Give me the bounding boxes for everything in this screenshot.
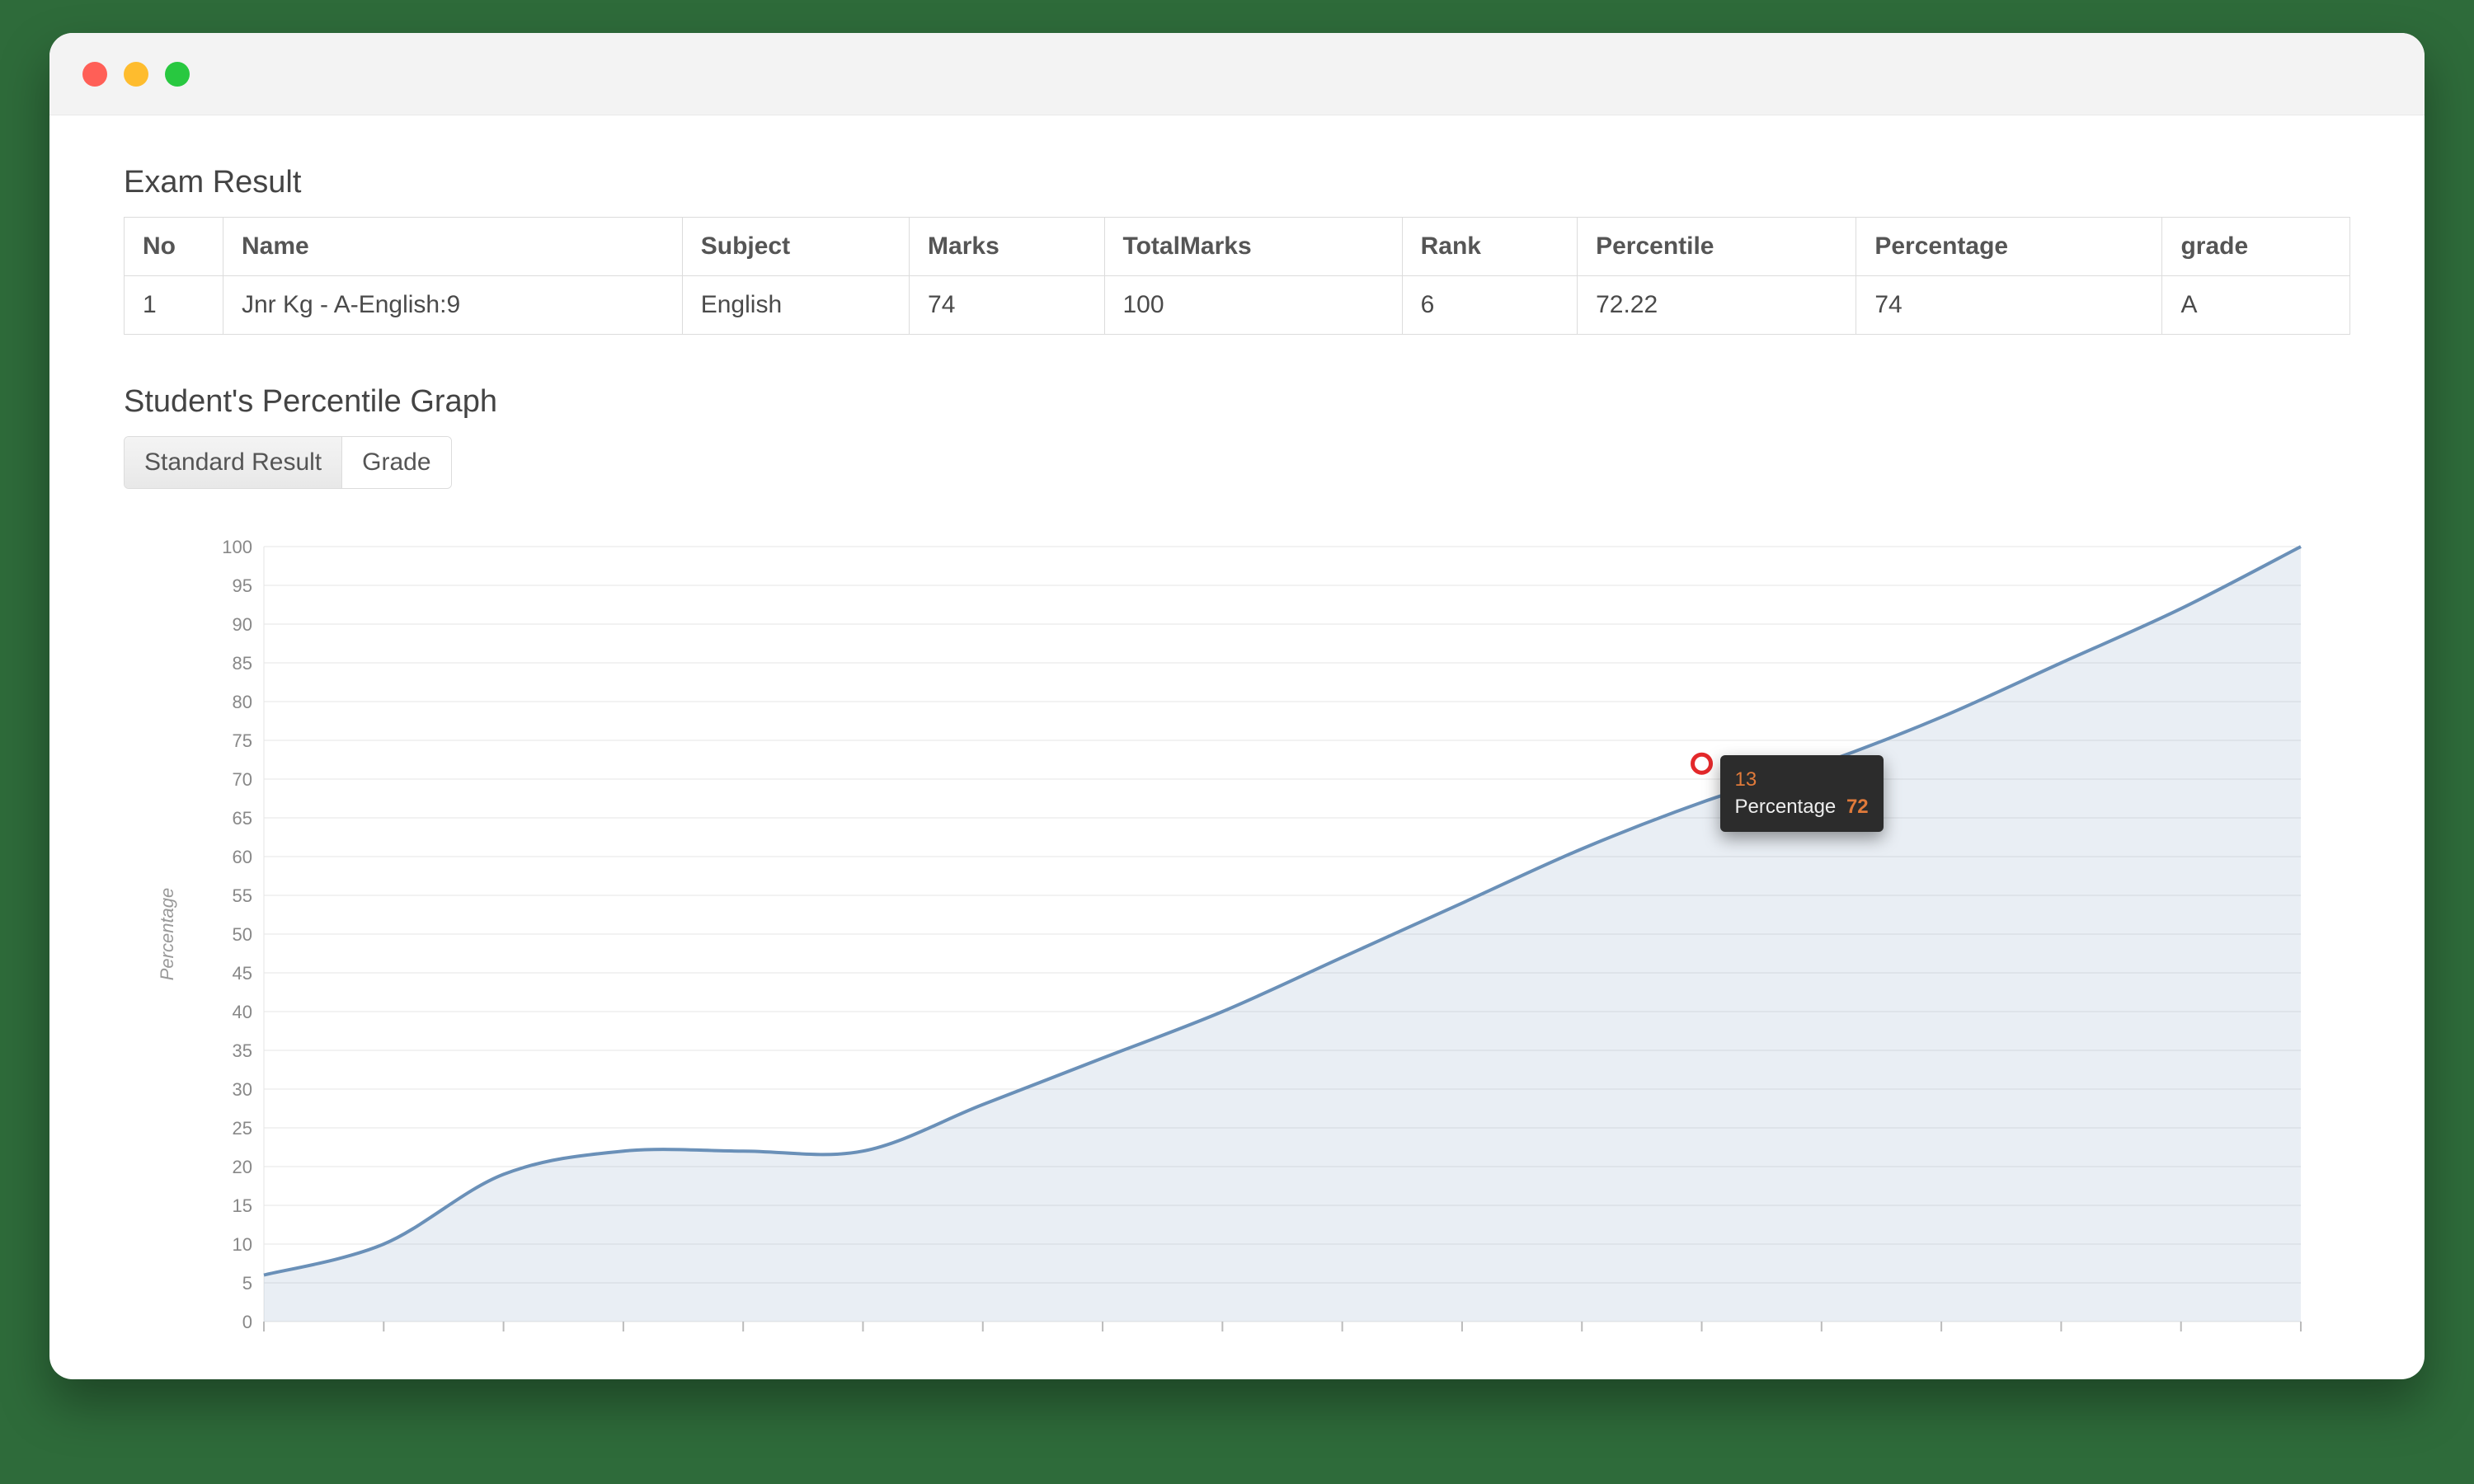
svg-text:60: 60 [233,847,252,867]
chart-tooltip: 13 Percentage 72 [1720,755,1884,832]
svg-text:5: 5 [242,1273,252,1294]
cell-percentile: 72.22 [1578,276,1856,335]
svg-text:Percentage: Percentage [157,888,177,981]
svg-text:50: 50 [233,924,252,945]
cell-no: 1 [125,276,223,335]
table-header-row: No Name Subject Marks TotalMarks Rank Pe… [125,218,2350,276]
svg-text:85: 85 [233,653,252,674]
svg-text:25: 25 [233,1118,252,1139]
chart-svg: 0 5 10 15 20 25 30 35 40 45 50 55 60 65 70 75 80 85 90 95 10… [124,522,2350,1379]
close-icon[interactable] [82,62,107,87]
exam-result-heading: Exam Result [124,165,2350,200]
cell-totalmarks: 100 [1104,276,1402,335]
minimize-icon[interactable] [124,62,148,87]
svg-text:80: 80 [233,692,252,712]
svg-text:15: 15 [233,1195,252,1216]
svg-text:55: 55 [233,885,252,906]
page-content: Exam Result No Name Subject Marks TotalM… [49,115,2425,1379]
svg-text:100: 100 [222,537,252,557]
browser-window: Exam Result No Name Subject Marks TotalM… [49,33,2425,1379]
tab-standard-result[interactable]: Standard Result [125,437,342,488]
cell-subject: English [682,276,909,335]
svg-text:95: 95 [233,575,252,596]
svg-text:20: 20 [233,1157,252,1177]
tooltip-x: 13 [1735,768,1757,791]
svg-text:35: 35 [233,1040,252,1061]
cell-rank: 6 [1402,276,1577,335]
cell-grade: A [2162,276,2350,335]
svg-text:10: 10 [233,1234,252,1255]
col-totalmarks: TotalMarks [1104,218,1402,276]
graph-tabs: Standard Result Grade [124,436,452,489]
svg-text:90: 90 [233,614,252,635]
table-row: 1 Jnr Kg - A-English:9 English 74 100 6 … [125,276,2350,335]
cell-percentage: 74 [1856,276,2162,335]
col-name: Name [223,218,683,276]
window-titlebar [49,33,2425,115]
maximize-icon[interactable] [165,62,190,87]
cell-marks: 74 [910,276,1104,335]
col-percentage: Percentage [1856,218,2162,276]
graph-heading: Student's Percentile Graph [124,384,2350,420]
percentile-chart: 0 5 10 15 20 25 30 35 40 45 50 55 60 65 70 75 80 85 90 95 10… [124,522,2350,1379]
svg-text:40: 40 [233,1002,252,1022]
svg-text:0: 0 [242,1312,252,1332]
svg-text:65: 65 [233,808,252,829]
exam-result-table: No Name Subject Marks TotalMarks Rank Pe… [124,217,2350,335]
tab-grade[interactable]: Grade [342,437,450,488]
svg-text:70: 70 [233,769,252,790]
col-grade: grade [2162,218,2350,276]
col-percentile: Percentile [1578,218,1856,276]
tooltip-value: 72 [1846,796,1869,818]
cell-name: Jnr Kg - A-English:9 [223,276,683,335]
svg-text:30: 30 [233,1079,252,1100]
col-subject: Subject [682,218,909,276]
col-rank: Rank [1402,218,1577,276]
svg-text:45: 45 [233,963,252,984]
col-marks: Marks [910,218,1104,276]
tooltip-series-label: Percentage [1735,796,1837,818]
col-no: No [125,218,223,276]
svg-text:75: 75 [233,730,252,751]
